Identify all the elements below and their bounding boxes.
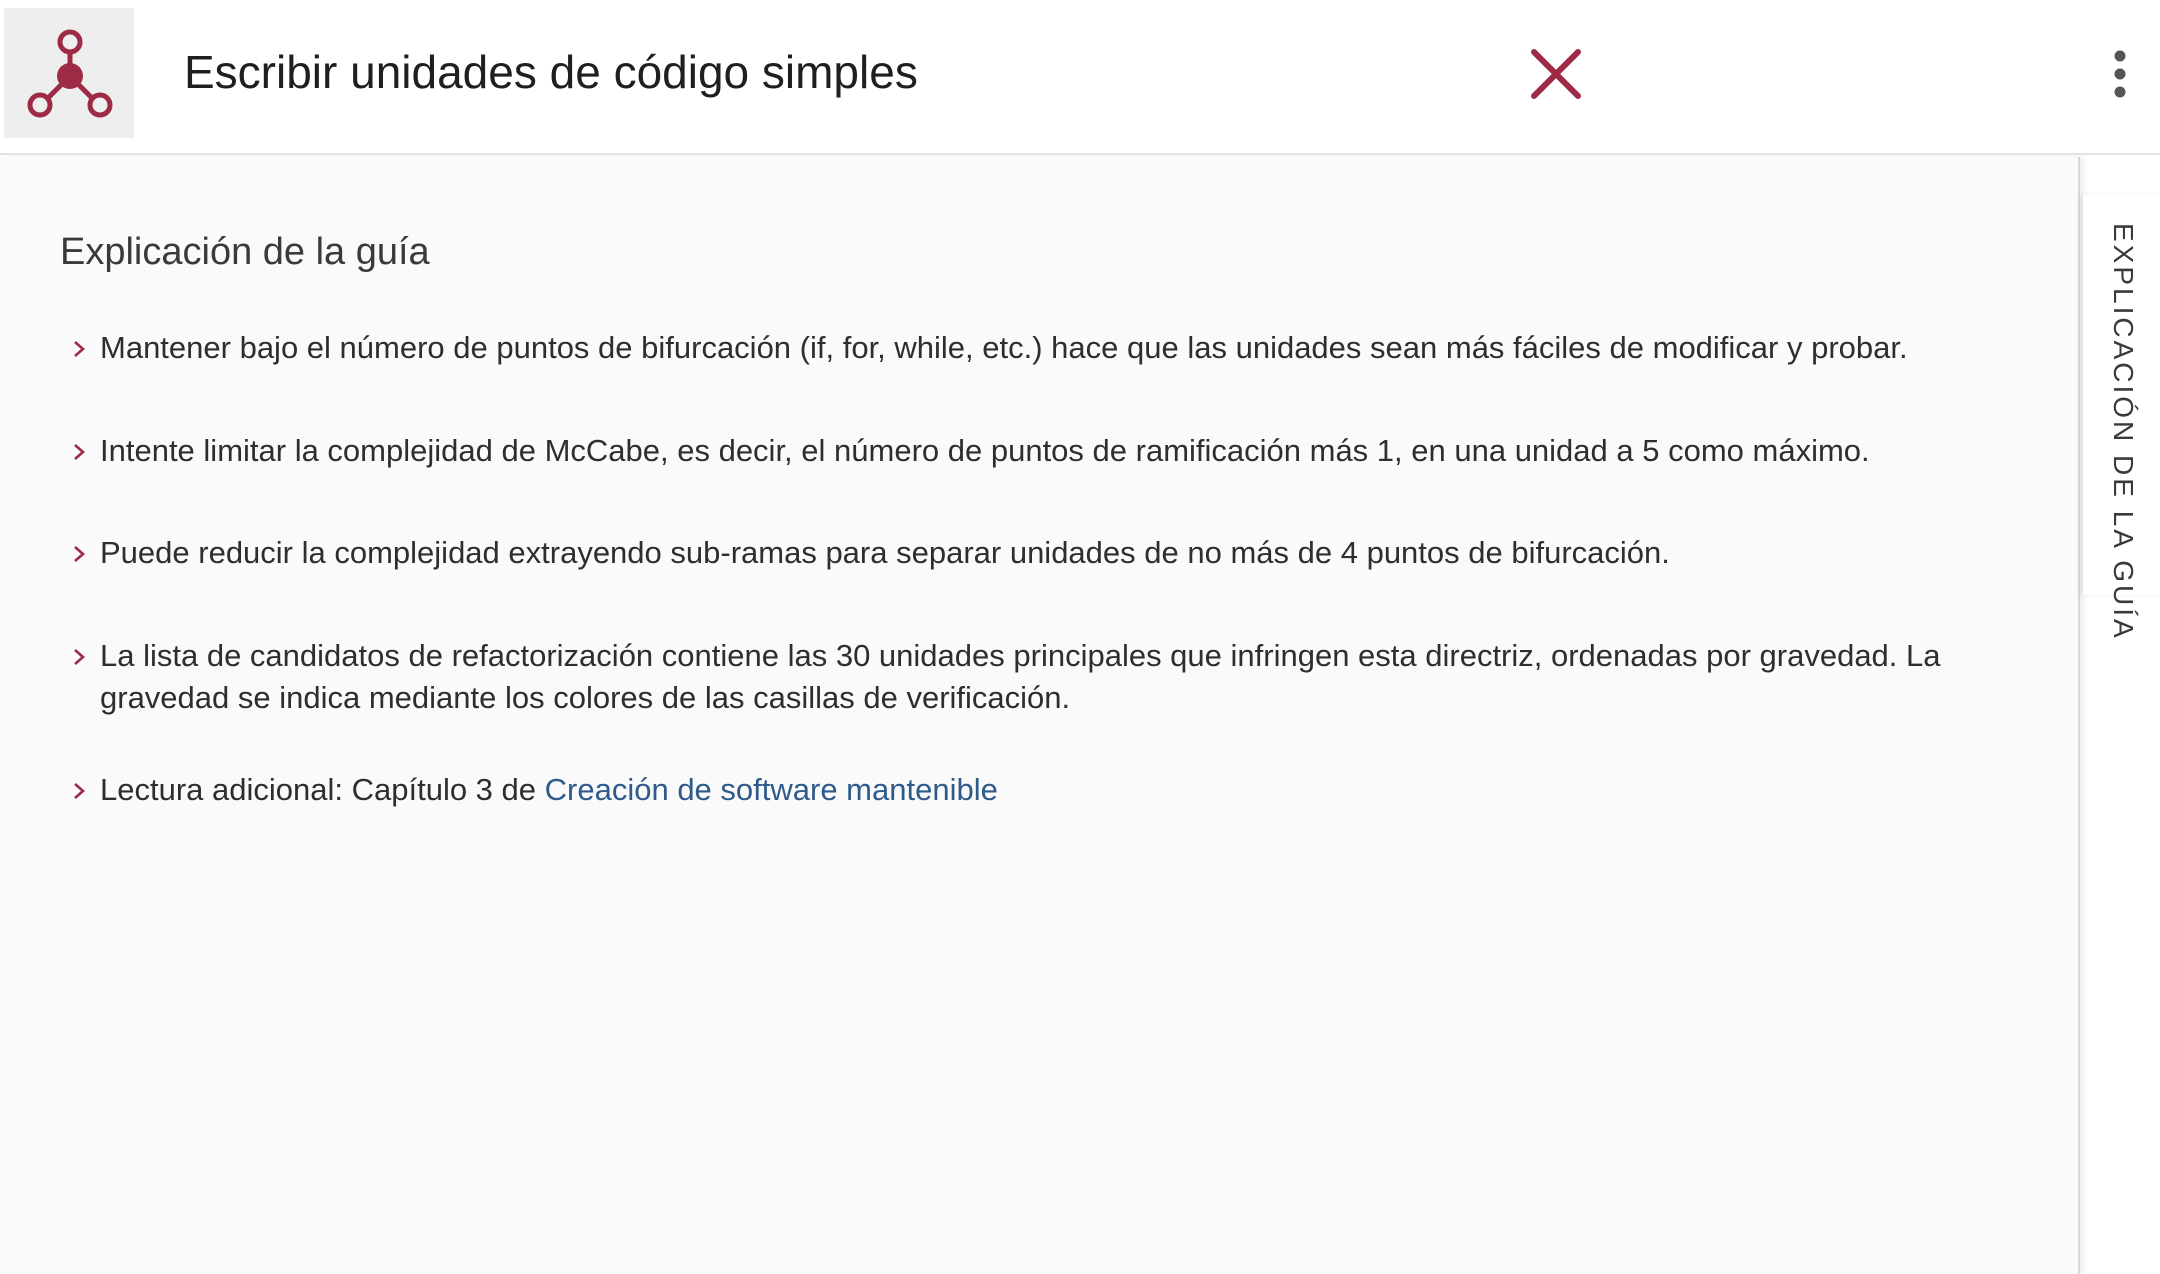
side-tab-guide-explanation[interactable]: EXPLICACIÓN DE LA GUÍA xyxy=(2082,195,2160,641)
chevron-right-icon xyxy=(74,546,85,562)
app-logo xyxy=(4,8,134,138)
list-item-text: La lista de candidatos de refactorizació… xyxy=(100,638,1941,715)
further-reading-prefix: Lectura adicional: Capítulo 3 de xyxy=(100,772,545,807)
side-tab-label: EXPLICACIÓN DE LA GUÍA xyxy=(2108,223,2139,641)
chevron-right-icon xyxy=(74,341,85,357)
chevron-right-icon xyxy=(74,649,85,665)
more-options-button[interactable] xyxy=(2100,46,2140,102)
panel-heading: Explicación de la guía xyxy=(60,231,430,273)
list-item: Puede reducir la complejidad extrayendo … xyxy=(72,532,2062,574)
list-item-text: Intente limitar la complejidad de McCabe… xyxy=(100,433,1870,468)
close-button[interactable] xyxy=(1526,44,1586,104)
chevron-right-icon xyxy=(74,444,85,460)
chevron-right-icon xyxy=(74,783,85,799)
list-item-text: Puede reducir la complejidad extrayendo … xyxy=(100,535,1670,570)
more-vertical-icon xyxy=(2114,50,2126,98)
list-item: Mantener bajo el número de puntos de bif… xyxy=(72,327,2062,369)
page-title: Escribir unidades de código simples xyxy=(184,46,918,98)
list-item: La lista de candidatos de refactorizació… xyxy=(72,635,2062,719)
close-icon xyxy=(1531,49,1581,99)
book-link[interactable]: Creación de software mantenible xyxy=(545,772,998,807)
header-bar: Escribir unidades de código simples xyxy=(0,0,2160,155)
further-reading-item: Lectura adicional: Capítulo 3 de Creació… xyxy=(72,769,2062,811)
list-item-text: Mantener bajo el número de puntos de bif… xyxy=(100,330,1908,365)
list-item: Intente limitar la complejidad de McCabe… xyxy=(72,430,2062,472)
guide-explanation-panel: Explicación de la guía Mantener bajo el … xyxy=(0,157,2080,1274)
molecule-nodes-icon xyxy=(27,29,113,118)
